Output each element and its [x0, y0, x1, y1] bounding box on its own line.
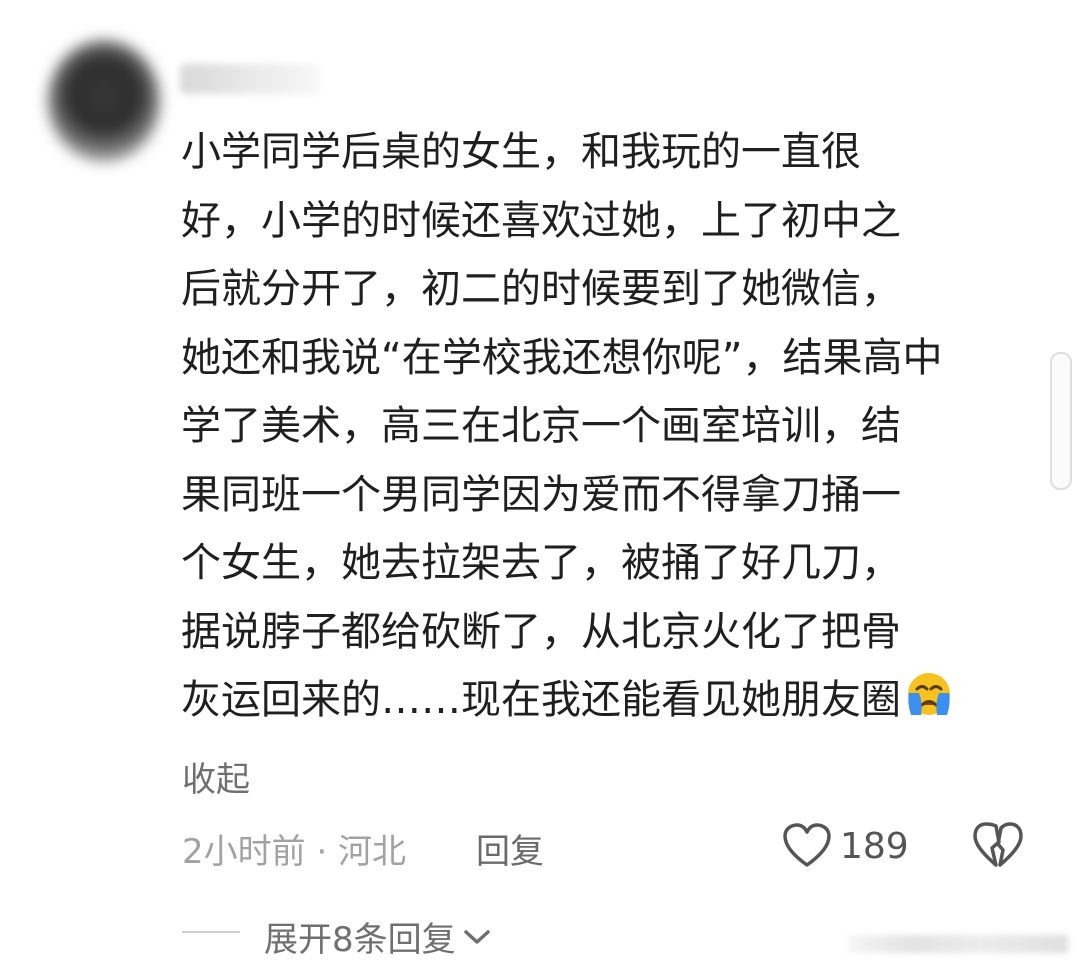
chevron-down-icon	[463, 929, 490, 944]
collapse-button[interactable]: 收起	[182, 752, 250, 801]
comment-meta: 2小时前 · 河北	[182, 832, 407, 872]
expand-replies-button[interactable]: 展开8条回复	[264, 912, 492, 961]
expand-replies-label: 展开8条回复	[264, 920, 456, 960]
comment-text: 小学同学后桌的女生，和我玩的一直很 好，小学的时候还喜欢过她，上了初中之 后就分…	[181, 129, 943, 723]
watermark-blurred	[848, 935, 1068, 953]
broken-heart-icon[interactable]	[972, 822, 1024, 870]
like-button[interactable]: 189	[782, 818, 909, 874]
comment-body: 小学同学后桌的女生，和我玩的一直很 好，小学的时候还喜欢过她，上了初中之 后就分…	[181, 118, 1026, 735]
username-blurred[interactable]	[180, 64, 320, 94]
crying-face-icon	[908, 673, 950, 715]
like-count: 189	[840, 825, 909, 867]
scrollbar[interactable]	[1050, 352, 1072, 490]
heart-icon	[783, 823, 831, 867]
avatar[interactable]	[48, 40, 160, 162]
reply-button[interactable]: 回复	[476, 824, 544, 873]
divider	[182, 931, 240, 933]
